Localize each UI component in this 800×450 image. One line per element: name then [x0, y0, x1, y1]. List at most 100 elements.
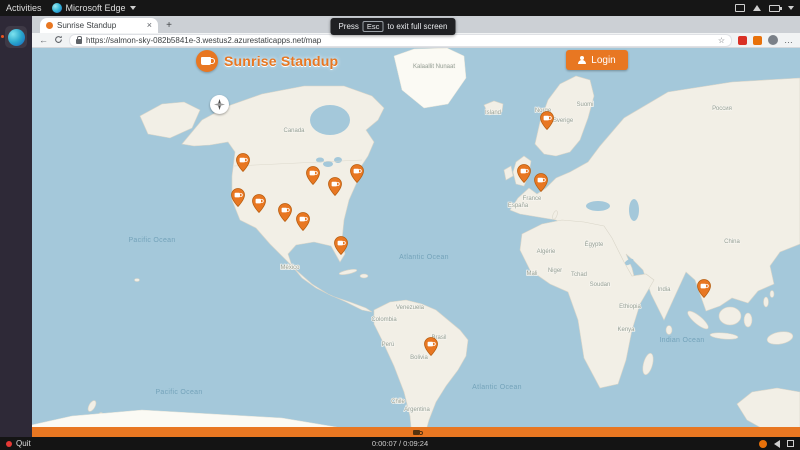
country-label: España	[508, 203, 529, 209]
mug-icon	[412, 429, 423, 435]
ocean-label: Pacific Ocean	[128, 237, 175, 244]
country-label: México	[280, 265, 300, 271]
country-label: Kalaallit Nunaat	[413, 64, 455, 70]
site-logo: Sunrise Standup	[196, 50, 338, 72]
ocean-label: Indian Ocean	[659, 337, 704, 344]
compass-needle-icon	[214, 99, 225, 110]
map-pin[interactable]	[697, 279, 711, 299]
ocean-label: Atlantic Ocean	[399, 254, 449, 261]
map-pin[interactable]	[231, 188, 245, 208]
country-label: China	[724, 239, 740, 245]
system-top-bar: Activities Microsoft Edge	[0, 0, 800, 16]
player-controls	[759, 439, 794, 448]
country-label: Chile	[391, 399, 405, 405]
esc-keycap: Esc	[362, 21, 384, 32]
toast-text: Press	[338, 22, 359, 31]
ocean-label: Atlantic Ocean	[472, 384, 522, 391]
player-bar: Quit 0:00:07 / 0:09:24	[0, 437, 800, 450]
volume-icon[interactable]	[774, 439, 780, 448]
reload-button[interactable]	[54, 35, 63, 46]
person-icon	[578, 56, 587, 64]
page-footer	[32, 427, 800, 437]
dock-item-edge[interactable]	[1, 26, 27, 48]
map-pin[interactable]	[252, 194, 266, 214]
chevron-down-icon	[129, 6, 136, 10]
map-pin[interactable]	[350, 164, 364, 184]
map-page: Pacific Ocean Pacific Ocean Atlantic Ocean…	[32, 48, 800, 437]
tab-sunrise-standup[interactable]: Sunrise Standup ×	[40, 18, 158, 33]
quit-button[interactable]: Quit	[6, 439, 31, 448]
map-pin[interactable]	[534, 173, 548, 193]
mug-icon	[200, 57, 215, 65]
tab-title: Sunrise Standup	[57, 21, 117, 30]
edge-icon	[7, 28, 25, 46]
mug-logo-icon	[196, 50, 218, 72]
record-dot-icon	[6, 440, 12, 447]
app-menu-label: Microsoft Edge	[65, 3, 126, 13]
map-pin[interactable]	[278, 203, 292, 223]
edge-icon	[51, 3, 62, 13]
country-label: Mali	[526, 271, 537, 277]
country-label: Perú	[382, 342, 395, 348]
close-tab-icon[interactable]: ×	[147, 21, 152, 30]
network-icon	[753, 5, 761, 11]
fullscreen-icon[interactable]	[787, 440, 794, 447]
browser-menu-icon[interactable]: …	[784, 35, 793, 45]
map-pin[interactable]	[306, 166, 320, 186]
map-pin[interactable]	[296, 212, 310, 232]
back-button[interactable]: ←	[39, 35, 48, 45]
map-pin[interactable]	[236, 153, 250, 173]
country-label: Sverige	[553, 118, 574, 124]
map-pin[interactable]	[540, 111, 554, 131]
site-favicon	[46, 22, 53, 29]
country-label: Niger	[548, 268, 562, 274]
screen-record-icon	[735, 4, 745, 12]
country-label: Suomi	[576, 102, 593, 108]
extension-icon[interactable]	[753, 35, 762, 45]
new-tab-button[interactable]: +	[162, 18, 176, 32]
country-label: Kenya	[617, 327, 635, 333]
favorites-star-icon[interactable]: ☆	[718, 36, 725, 45]
profile-avatar[interactable]	[768, 35, 778, 45]
app-menu[interactable]: Microsoft Edge	[51, 3, 136, 13]
browser-toolbar: ← https://salmon-sky-082b5841e-3.westus2…	[32, 33, 800, 48]
country-label: Island	[485, 110, 501, 116]
country-label: Algérie	[537, 249, 556, 255]
settings-icon[interactable]	[759, 439, 767, 448]
toast-text: to exit full screen	[387, 22, 448, 31]
address-bar[interactable]: https://salmon-sky-082b5841e-3.westus2.a…	[69, 33, 732, 47]
map-pin[interactable]	[517, 164, 531, 184]
activities-button[interactable]: Activities	[6, 3, 42, 13]
battery-icon	[769, 4, 782, 12]
login-label: Login	[591, 54, 616, 66]
country-label: Tchad	[571, 272, 587, 278]
country-label: Venezuela	[396, 305, 425, 311]
map-pin[interactable]	[334, 236, 348, 256]
playback-time: 0:00:07 / 0:09:24	[371, 439, 429, 448]
country-label: Canada	[283, 128, 305, 134]
lock-icon[interactable]	[76, 35, 82, 44]
browser-window: Press Esc to exit full screen Sunrise St…	[32, 16, 800, 437]
dock	[0, 16, 32, 437]
system-tray[interactable]	[735, 4, 794, 12]
fullscreen-toast: Press Esc to exit full screen	[330, 18, 456, 35]
map-pin[interactable]	[424, 337, 438, 357]
country-label: France	[523, 196, 542, 202]
country-label: Soudan	[590, 282, 611, 288]
quit-label: Quit	[16, 439, 31, 448]
running-indicator-dot	[1, 35, 4, 38]
chevron-down-icon	[788, 6, 794, 10]
site-title: Sunrise Standup	[224, 53, 339, 69]
compass-control[interactable]	[210, 95, 229, 114]
country-label: Colombia	[371, 317, 397, 323]
map-pin[interactable]	[328, 177, 342, 197]
login-button[interactable]: Login	[566, 50, 628, 70]
extension-icon[interactable]	[738, 35, 747, 45]
url-text: https://salmon-sky-082b5841e-3.westus2.a…	[86, 35, 322, 45]
map-canvas[interactable]: Pacific Ocean Pacific Ocean Atlantic Ocean…	[32, 48, 800, 437]
country-label: India	[657, 287, 671, 293]
country-label: Ethiopia	[619, 304, 641, 310]
ocean-label: Pacific Ocean	[155, 389, 202, 396]
reload-icon	[55, 35, 62, 43]
country-label: Égypte	[585, 241, 604, 248]
